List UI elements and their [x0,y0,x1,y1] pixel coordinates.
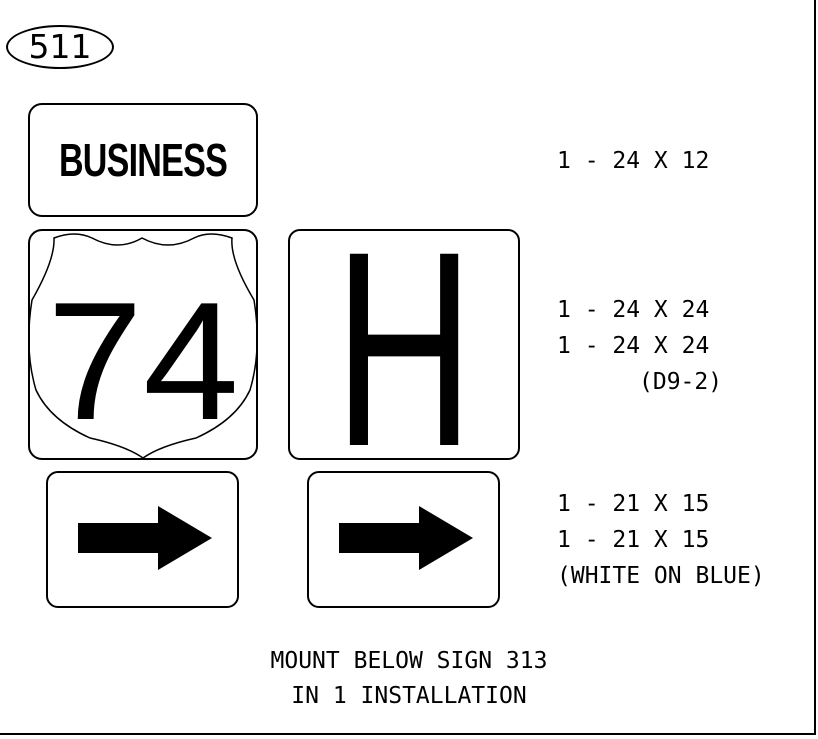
spec-arrow-2: 1 - 21 X 15 [557,527,710,553]
arrow-right-icon [339,506,473,570]
spec-h: 1 - 24 X 24 [557,333,710,359]
spec-h-code: (D9-2) [639,369,723,395]
spec-arrow-1: 1 - 21 X 15 [557,491,710,517]
spec-shield: 1 - 24 X 24 [557,297,710,323]
arrow-right-icon [78,506,212,570]
spec-arrow-color: (WHITE ON BLUE) [557,563,765,589]
mount-note: MOUNT BELOW SIGN 313 [270,648,548,674]
sign-detail-sheet: 511 BUSINESS 74 H 1 - 24 X 12 1 - 24 X 2… [0,0,818,739]
spec-business: 1 - 24 X 12 [557,148,710,174]
installation-note: IN 1 INSTALLATION [291,683,527,709]
